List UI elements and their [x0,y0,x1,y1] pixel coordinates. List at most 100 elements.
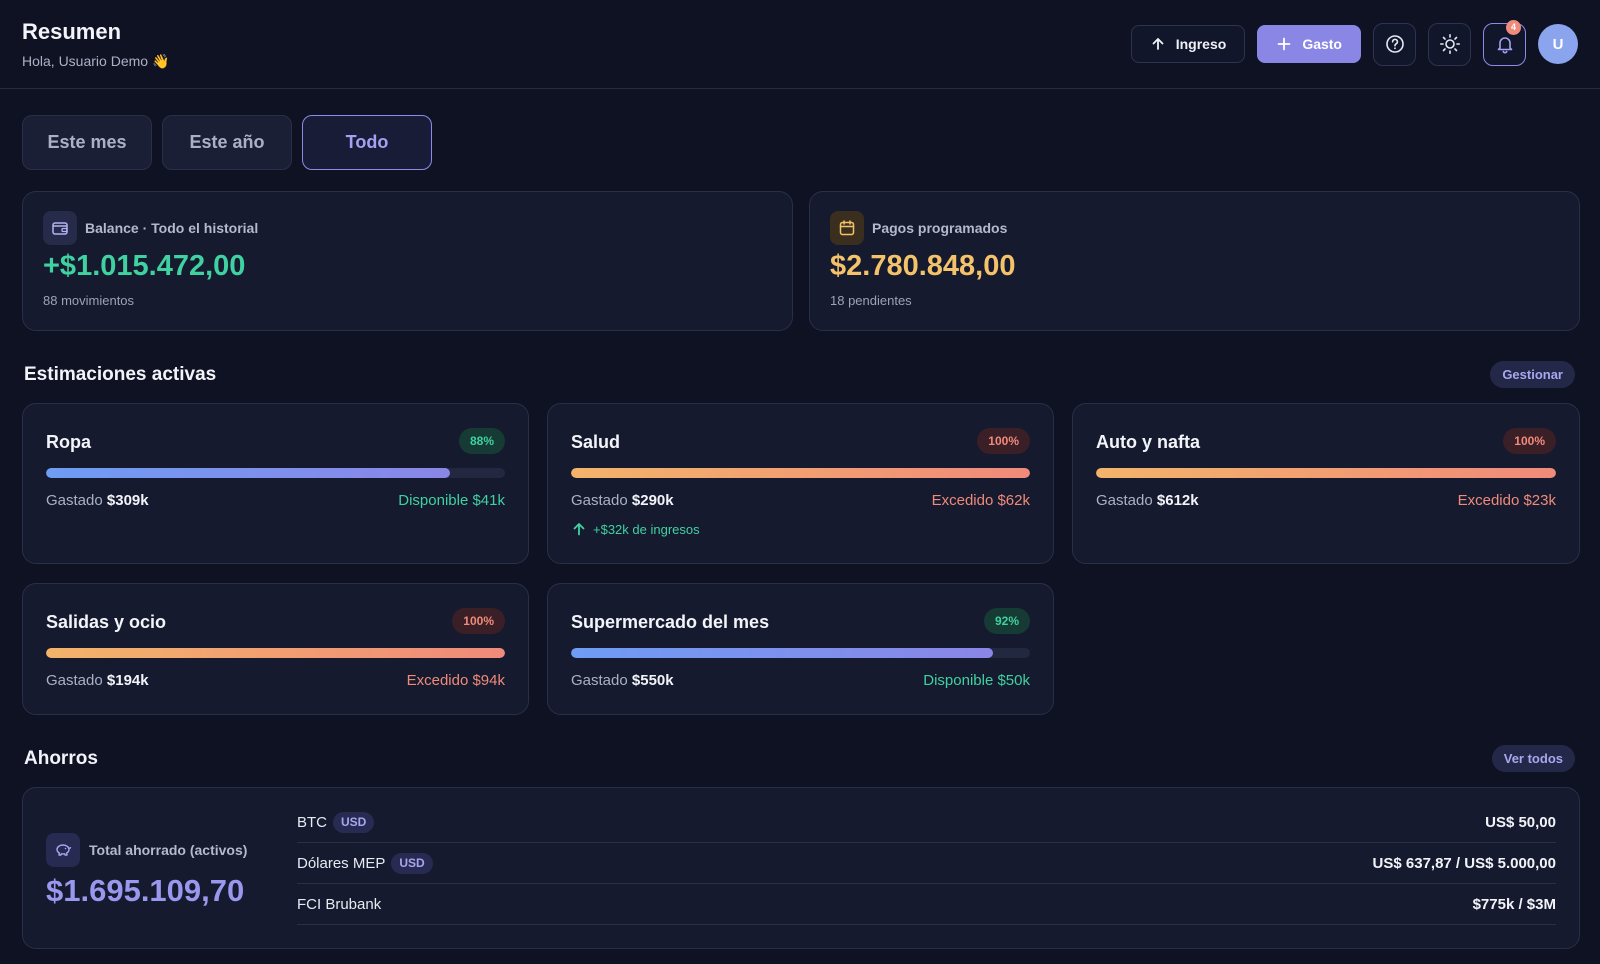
estimation-amounts: Gastado $612k Excedido $23k [1096,492,1556,509]
tab-este-ano[interactable]: Este año [162,115,292,170]
add-expense-button[interactable]: Gasto [1257,25,1361,63]
wallet-icon [43,211,77,245]
estimation-progress-track [46,468,505,478]
estimation-remaining: Disponible $50k [923,672,1030,689]
estimations-title: Estimaciones activas [24,364,217,385]
theme-toggle-button[interactable] [1428,22,1471,66]
header-titles: Resumen Hola, Usuario Demo 👋 [22,19,169,70]
spent-amount: $612k [1156,492,1199,509]
period-tabs: Este mes Este año Todo [22,115,432,170]
savings-item-name: Dólares MEP [297,854,386,872]
balance-label: Balance · Todo el historial [85,220,259,236]
avatar[interactable]: U [1538,24,1578,64]
bell-icon [1497,37,1512,54]
add-expense-label: Gasto [1302,36,1342,52]
spent-prefix: Gastado [46,492,103,509]
arrow-up-icon [1152,38,1164,50]
savings-item-amount: $775k / $3M [1472,895,1556,913]
estimation-amounts: Gastado $290k Excedido $62k [571,492,1030,509]
estimation-amounts: Gastado $550k Disponible $50k [571,672,1030,689]
balance-header: Balance · Todo el historial [43,211,258,245]
estimation-amounts: Gastado $194k Excedido $94k [46,672,505,689]
estimation-progress-track [571,468,1030,478]
estimation-name: Salud [571,432,621,452]
estimation-card-ropa[interactable]: Ropa 88% Gastado $309k Disponible $41k [22,403,529,564]
savings-item-name: BTC [297,813,327,831]
estimation-remaining: Excedido $94k [406,672,505,689]
savings-item-name-wrap: Dólares MEP USD [297,852,433,874]
estimation-spent: Gastado $194k [46,672,149,689]
spent-prefix: Gastado [571,492,628,509]
balance-value: +$1.015.472,00 [43,250,246,282]
notification-count-badge: 4 [1506,19,1521,35]
estimation-name: Salidas y ocio [46,612,167,632]
estimation-name: Auto y nafta [1096,432,1201,452]
estimation-progress-fill [571,468,1030,478]
scheduled-header: Pagos programados [830,211,1007,245]
estimation-remaining: Excedido $62k [931,492,1030,509]
add-income-label: Ingreso [1175,36,1227,52]
spent-amount: $550k [631,672,674,689]
estimation-name: Supermercado del mes [571,612,770,632]
tab-todo[interactable]: Todo [302,115,432,170]
list-item[interactable]: BTC USD US$ 50,00 [297,802,1556,843]
estimation-spent: Gastado $309k [46,492,149,509]
estimation-progress-fill [46,468,450,478]
estimation-card-auto-y-nafta[interactable]: Auto y nafta 100% Gastado $612k Excedido… [1072,403,1580,564]
arrow-up-icon [573,523,585,536]
spent-amount: $194k [106,672,149,689]
savings-total-header: Total ahorrado (activos) [46,833,247,867]
savings-item-name-wrap: BTC USD [297,811,375,833]
sun-icon [1439,34,1460,54]
estimation-progress-track [1096,468,1556,478]
estimation-percent-badge: 88% [458,428,505,454]
spent-amount: $290k [631,492,674,509]
currency-badge: USD [333,811,375,833]
scheduled-label: Pagos programados [872,220,1008,236]
plus-icon [1277,37,1291,51]
spent-prefix: Gastado [571,672,628,689]
manage-estimations-button[interactable]: Gestionar [1490,361,1575,388]
income-note: +$32k de ingresos [571,521,700,537]
tab-este-mes[interactable]: Este mes [22,115,152,170]
income-note-text: +$32k de ingresos [593,521,700,537]
estimation-spent: Gastado $550k [571,672,674,689]
list-item[interactable]: Dólares MEP USD US$ 637,87 / US$ 5.000,0… [297,843,1556,884]
balance-card[interactable]: Balance · Todo el historial +$1.015.472,… [22,191,793,331]
estimation-card-salidas-y-ocio[interactable]: Salidas y ocio 100% Gastado $194k Excedi… [22,583,529,715]
spent-amount: $309k [106,492,149,509]
estimation-remaining: Disponible $41k [398,492,505,509]
notifications-button[interactable]: 4 [1483,19,1526,66]
spent-prefix: Gastado [46,672,103,689]
savings-item-amount: US$ 50,00 [1485,813,1556,831]
savings-title: Ahorros [24,748,98,769]
list-item[interactable]: FCI Brubank $775k / $3M [297,884,1556,925]
savings-list: BTC USD US$ 50,00 Dólares MEP USD US$ 63… [297,802,1556,925]
estimation-progress-track [46,648,505,658]
help-button[interactable] [1373,22,1416,66]
estimation-card-supermercado[interactable]: Supermercado del mes 92% Gastado $550k D… [547,583,1054,715]
estimation-name: Ropa [46,432,91,452]
greeting-text: Hola, Usuario Demo 👋 [22,52,170,69]
view-all-savings-button[interactable]: Ver todos [1491,745,1575,772]
estimation-percent-badge: 100% [452,608,505,634]
scheduled-value: $2.780.848,00 [830,250,1016,282]
help-icon [1385,35,1404,53]
estimation-percent-badge: 100% [1503,428,1556,454]
currency-badge: USD [391,852,433,874]
scheduled-payments-card[interactable]: Pagos programados $2.780.848,00 18 pendi… [809,191,1580,331]
savings-total-value: $1.695.109,70 [46,873,245,908]
estimation-card-salud[interactable]: Salud 100% Gastado $290k Excedido $62k +… [547,403,1054,564]
estimation-remaining: Excedido $23k [1457,492,1556,509]
estimation-spent: Gastado $612k [1096,492,1199,509]
spent-prefix: Gastado [1096,492,1153,509]
add-income-button[interactable]: Ingreso [1130,25,1246,63]
savings-card: Total ahorrado (activos) $1.695.109,70 B… [22,787,1580,949]
savings-item-amount: US$ 637,87 / US$ 5.000,00 [1372,854,1556,872]
page-title: Resumen [22,18,122,44]
estimation-progress-fill [1096,468,1556,478]
savings-total-label: Total ahorrado (activos) [89,842,248,858]
estimation-amounts: Gastado $309k Disponible $41k [46,492,505,509]
estimation-spent: Gastado $290k [571,492,674,509]
balance-movements: 88 movimientos [43,293,135,308]
